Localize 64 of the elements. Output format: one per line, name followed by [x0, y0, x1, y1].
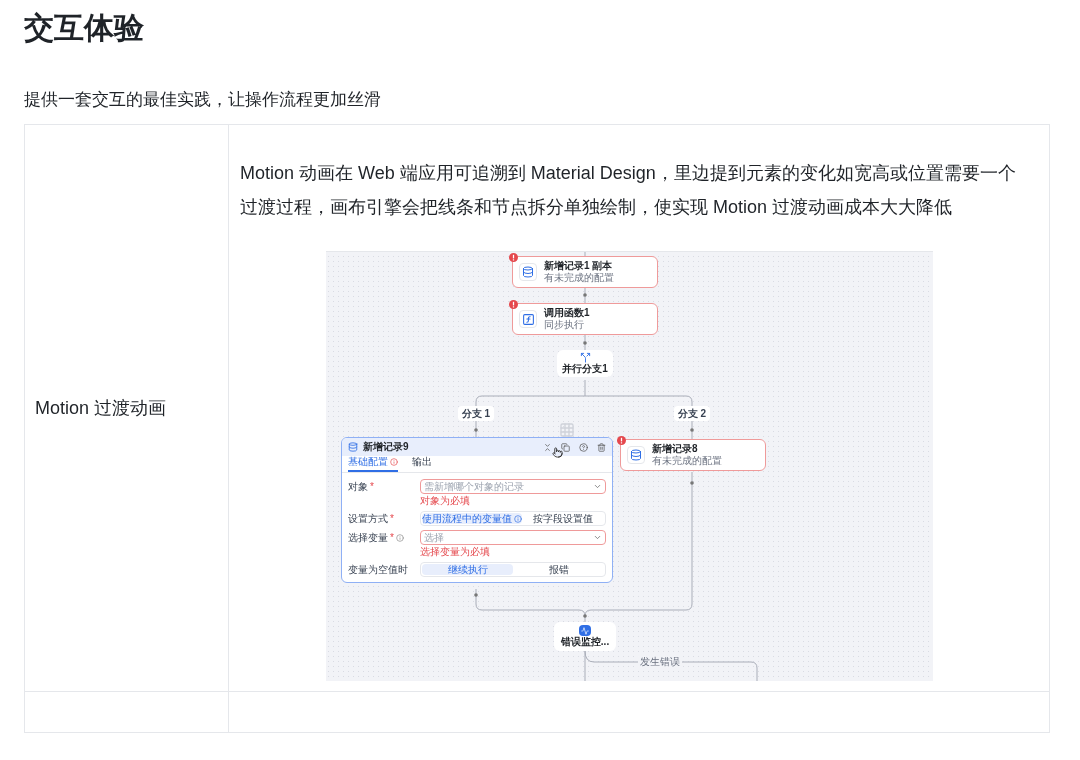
monitor-icon — [579, 625, 591, 636]
database-icon — [519, 263, 537, 281]
panel-tab[interactable]: 输出 — [412, 456, 432, 472]
chevron-down-icon — [593, 482, 602, 491]
chevron-down-icon — [593, 533, 602, 542]
node-subtitle: 有未完成的配置 — [652, 455, 722, 467]
field-label: 选择变量 — [348, 531, 388, 544]
node-title: 新增记录8 — [652, 443, 699, 455]
segment-option[interactable]: 继续执行 — [422, 564, 513, 575]
pointer-icon — [552, 447, 563, 458]
table-cell-text: Motion 过渡动画 — [35, 396, 167, 420]
segment-option[interactable]: 使用流程中的变量值 — [422, 513, 522, 524]
branch-label: 分支 1 — [458, 406, 494, 421]
required-mark: * — [390, 512, 394, 525]
edge-label: 发生错误 — [638, 656, 682, 668]
segment-option[interactable]: 按字段设置值 — [522, 513, 604, 524]
connector-line — [691, 420, 693, 440]
grid-icon — [559, 422, 575, 438]
page-heading: 交互体验 — [24, 10, 145, 46]
monitor-node[interactable]: 错误监控... — [554, 622, 616, 651]
node-subtitle: 有未完成的配置 — [544, 272, 614, 284]
function-icon — [519, 310, 537, 328]
port-dot — [690, 428, 694, 432]
port-dot — [583, 341, 587, 345]
copy-icon[interactable] — [561, 442, 570, 452]
flow-node[interactable]: 调用函数1 同步执行 — [512, 303, 658, 335]
database-icon — [627, 446, 645, 464]
required-mark: * — [370, 480, 374, 493]
port-dot — [474, 593, 478, 597]
port-dot — [583, 614, 587, 618]
node-title: 并行分支1 — [562, 363, 608, 375]
node-subtitle: 同步执行 — [544, 319, 585, 331]
flow-node[interactable]: 新增记录1 副本 有未完成的配置 — [512, 256, 658, 288]
required-mark: * — [390, 531, 394, 544]
connector-line — [584, 286, 586, 304]
port-dot — [690, 481, 694, 485]
error-message: 选择变量为必填 — [420, 546, 491, 558]
field-label: 变量为空值时 — [348, 563, 408, 576]
node-title: 错误监控... — [560, 636, 610, 648]
panel-title: 新增记录9 — [363, 441, 409, 453]
port-dot — [474, 428, 478, 432]
select-placeholder: 需新增哪个对象的记录 — [424, 480, 524, 493]
connector-line — [584, 251, 586, 257]
help-icon[interactable] — [579, 442, 588, 452]
port-dot — [583, 293, 587, 297]
branch-label: 分支 2 — [674, 406, 710, 421]
database-icon — [348, 442, 358, 452]
branch-icon — [579, 352, 591, 363]
error-message: 对象为必填 — [420, 495, 471, 507]
panel-tab[interactable]: 基础配置 — [348, 456, 398, 472]
collapse-icon[interactable] — [543, 442, 552, 452]
flow-node[interactable]: 新增记录8 有未完成的配置 — [620, 439, 766, 471]
field-label: 对象 — [348, 480, 368, 493]
node-title: 新增记录1 副本 — [544, 260, 614, 272]
connector-line — [475, 420, 477, 438]
table-cell-text: Motion 动画在 Web 端应用可追溯到 Material Design，里边提到元素的变化如宽高或位置需要一个过渡过程，画布引擎会把线条和节点拆分单独绘制，使实现 Motion 过渡动画成本大大降低 — [240, 162, 1017, 219]
branch-node[interactable]: 并行分支1 — [557, 350, 613, 377]
node-title: 调用函数1 — [544, 307, 590, 319]
connector-line — [584, 334, 586, 351]
delete-icon[interactable] — [597, 442, 606, 452]
intro-text: 提供一套交互的最佳实践，让操作流程更加丝滑 — [24, 89, 382, 111]
field-label: 设置方式 — [348, 512, 388, 525]
select-placeholder: 选择 — [424, 531, 444, 544]
segment-option[interactable]: 报错 — [513, 564, 604, 575]
